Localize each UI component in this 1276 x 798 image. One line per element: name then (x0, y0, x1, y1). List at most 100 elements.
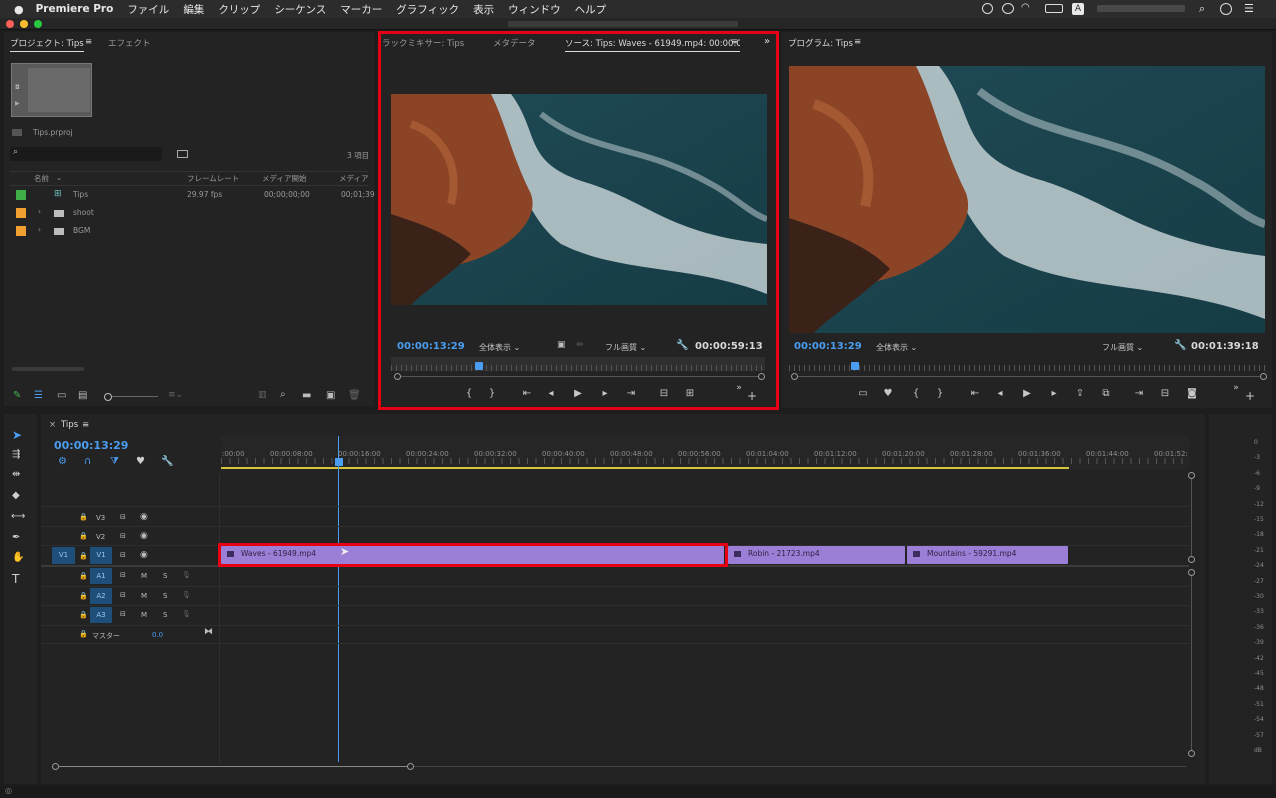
close-window-button[interactable] (6, 20, 14, 28)
project-horizontal-scrollbar[interactable] (12, 367, 84, 371)
timeline-panel-menu-icon[interactable]: ≡ (82, 420, 89, 430)
input-source-icon[interactable]: A (1072, 3, 1084, 15)
timeline-playhead-line[interactable] (338, 436, 339, 762)
project-row-bgm[interactable]: › BGM (10, 223, 368, 241)
track-label-a2[interactable]: A2 (90, 588, 112, 604)
track-label-v3[interactable]: V3 (96, 514, 105, 522)
mark-out-button[interactable]: } (933, 388, 947, 399)
toggle-output-eye-icon[interactable]: ◉ (140, 531, 148, 541)
zoom-window-button[interactable] (34, 20, 42, 28)
col-header-media[interactable]: メディア (339, 173, 368, 184)
extract-button[interactable]: ⧉ (1099, 388, 1113, 399)
clip-mountains[interactable]: Mountains - 59291.mp4 (907, 546, 1068, 564)
linked-selection-icon[interactable]: ⧩ (110, 456, 119, 467)
icon-view-icon[interactable]: ▭ (57, 390, 66, 401)
track-label-v1[interactable]: V1 (90, 547, 112, 564)
tab-timeline-tips[interactable]: Tips (61, 420, 78, 430)
snap-icon[interactable]: ∩ (84, 456, 91, 467)
program-panel-menu-icon[interactable]: ≡ (854, 37, 861, 47)
new-item-icon[interactable]: ▣ (326, 390, 335, 401)
sort-icons-icon[interactable]: ≡⌄ (168, 390, 183, 400)
timeline-playhead-head[interactable] (335, 458, 343, 466)
voice-over-record-icon[interactable]: 🎙 (182, 571, 191, 579)
wrench-settings-icon[interactable]: 🔧 (1174, 340, 1186, 351)
type-tool-icon[interactable]: T (12, 572, 19, 586)
lock-track-icon[interactable]: 🔒 (79, 592, 88, 600)
timeline-hscroll-handle-left[interactable] (52, 763, 59, 770)
sync-lock-icon[interactable]: ⊟ (120, 591, 126, 599)
record-status-icon[interactable] (982, 3, 993, 14)
user-icon[interactable] (1220, 3, 1232, 15)
lock-track-icon[interactable]: 🔒 (79, 552, 88, 560)
go-to-out-button[interactable]: ⇥ (1132, 388, 1146, 399)
zoom-slider-track[interactable] (112, 396, 158, 397)
mark-in-button[interactable]: { (909, 388, 923, 399)
audio-vscroll-handle-bottom[interactable] (1188, 750, 1195, 757)
project-row-tips[interactable]: ⊞ Tips 29.97 fps 00;00;00;00 00;01;39 (10, 187, 375, 205)
toggle-output-eye-icon[interactable]: ◉ (140, 550, 148, 560)
pencil-icon[interactable]: ✎ (13, 390, 21, 401)
mute-button[interactable]: M (141, 592, 147, 600)
col-header-name[interactable]: 名前 (34, 173, 49, 184)
video-vscroll-handle-top[interactable] (1188, 472, 1195, 479)
source-patch-v1[interactable]: V1 (52, 547, 75, 564)
col-header-media-start[interactable]: メディア開始 (262, 173, 306, 184)
voice-over-record-icon[interactable]: 🎙 (182, 591, 191, 599)
find-icon[interactable]: ⌕ (280, 389, 286, 400)
menu-edit[interactable]: 編集 (183, 2, 204, 17)
step-back-button[interactable]: ◂ (993, 388, 1007, 399)
trash-icon[interactable]: 🗑 (348, 390, 361, 401)
program-playhead[interactable] (851, 362, 859, 370)
project-thumbnail[interactable]: ◘ ▶ (11, 63, 92, 117)
expand-chevron-icon[interactable]: › (38, 207, 41, 216)
solo-button[interactable]: S (163, 572, 167, 580)
go-to-in-button[interactable]: ⇤ (968, 388, 982, 399)
lock-track-icon[interactable]: 🔒 (79, 630, 88, 638)
menu-clip[interactable]: クリップ (218, 2, 260, 17)
video-vscroll-handle-bottom[interactable] (1188, 556, 1195, 563)
label-color-swatch[interactable] (16, 208, 26, 218)
play-button[interactable]: ▶ (1020, 388, 1034, 399)
clip-robin[interactable]: Robin - 21723.mp4 (728, 546, 905, 564)
creative-cloud-icon[interactable] (1002, 3, 1014, 14)
zoom-slider-handle[interactable] (104, 393, 112, 401)
track-select-tool-icon[interactable]: ⇶ (12, 449, 20, 460)
hand-tool-icon[interactable]: ✋ (12, 552, 24, 563)
go-to-end-icon[interactable]: ⧓ (204, 627, 213, 637)
list-view-icon[interactable]: ☰ (34, 390, 43, 401)
solo-button[interactable]: S (163, 611, 167, 619)
mute-button[interactable]: M (141, 572, 147, 580)
voice-over-record-icon[interactable]: 🎙 (182, 610, 191, 618)
wifi-icon[interactable]: ◠ (1021, 2, 1030, 13)
sync-lock-icon[interactable]: ⊟ (120, 610, 126, 618)
add-marker-icon[interactable]: ♥ (136, 456, 145, 467)
button-editor-icon[interactable]: + (1243, 389, 1257, 403)
menu-sequence[interactable]: シーケンス (274, 2, 326, 17)
expand-chevron-icon[interactable]: › (38, 225, 41, 234)
battery-icon[interactable] (1045, 4, 1063, 13)
lock-track-icon[interactable]: 🔒 (79, 532, 88, 540)
creative-cloud-status-icon[interactable]: ◎ (5, 786, 12, 795)
export-frame-icon[interactable]: ◙ (1185, 388, 1199, 399)
sync-lock-icon[interactable]: ⊟ (120, 551, 126, 559)
project-row-shoot[interactable]: › shoot (10, 205, 368, 223)
slip-tool-icon[interactable]: ⟷ (11, 511, 25, 522)
col-header-framerate[interactable]: フレームレート (187, 173, 239, 184)
spotlight-search-icon[interactable]: ⌕ (1199, 2, 1205, 16)
program-zoom-dropdown[interactable]: 全体表示 ⌄ (876, 342, 917, 353)
menu-view[interactable]: 表示 (473, 2, 494, 17)
project-panel-menu-icon[interactable]: ≡ (85, 37, 92, 47)
lock-track-icon[interactable]: 🔒 (79, 611, 88, 619)
toggle-output-eye-icon[interactable]: ◉ (140, 512, 148, 522)
solo-button[interactable]: S (163, 592, 167, 600)
apple-menu-icon[interactable]: ● (14, 3, 24, 16)
new-bin-from-search-icon[interactable] (177, 150, 188, 158)
minimize-window-button[interactable] (20, 20, 28, 28)
audio-vscroll-handle-top[interactable] (1188, 569, 1195, 576)
label-color-swatch[interactable] (16, 190, 26, 200)
notification-center-icon[interactable]: ☰ (1244, 2, 1254, 15)
sync-lock-icon[interactable]: ⊟ (120, 571, 126, 579)
program-zoom-bar[interactable] (798, 376, 1260, 377)
nest-toggle-icon[interactable]: ⚙ (58, 456, 67, 467)
project-search-input[interactable]: ⌕ (10, 147, 162, 161)
